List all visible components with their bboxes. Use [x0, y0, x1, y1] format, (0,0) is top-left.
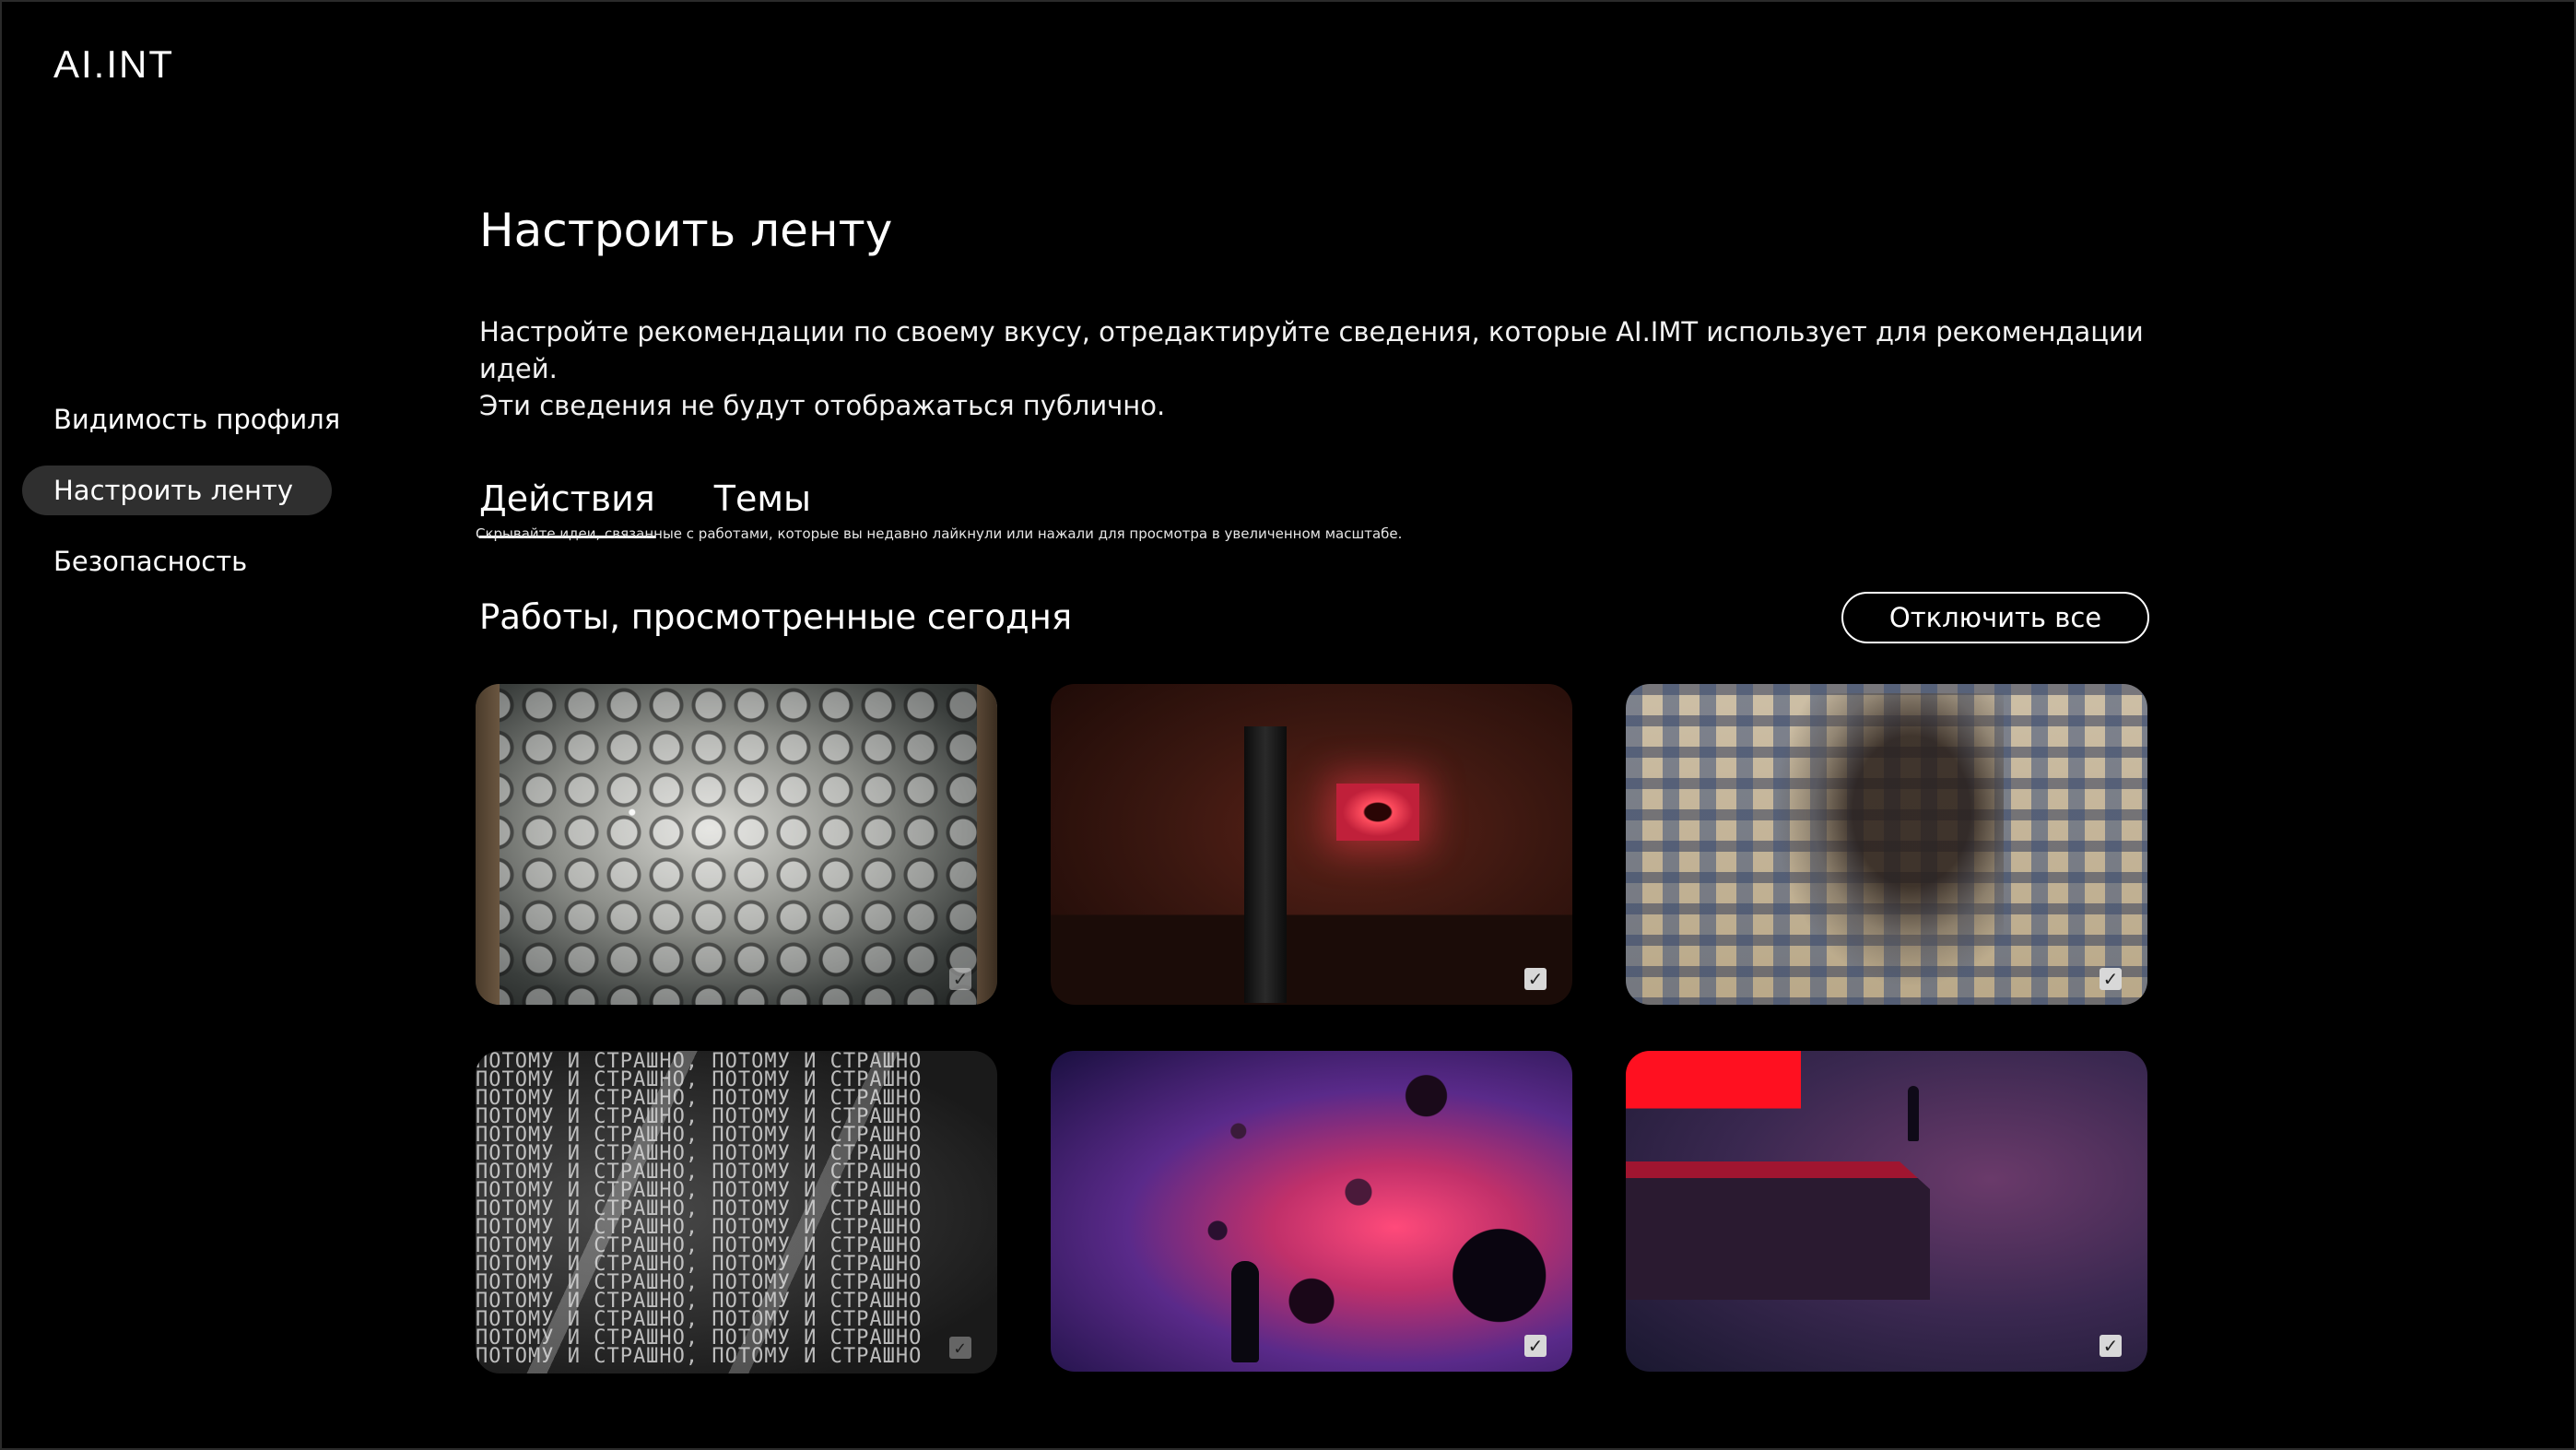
eye-screen: [1336, 784, 1419, 841]
work-card-astronaut-spheres[interactable]: ✓: [1051, 1051, 1572, 1372]
work-card-text-pattern[interactable]: ПОТОМУ И СТРАШНО, ПОТОМУ И СТРАШНО ПОТОМ…: [476, 1051, 997, 1373]
sidebar-item-security[interactable]: Безопасность: [22, 536, 332, 586]
check-icon[interactable]: ✓: [1524, 968, 1547, 990]
sidebar: Видимость профиля Настроить ленту Безопа…: [22, 395, 340, 607]
description-line-2: Эти сведения не будут отображаться публи…: [479, 390, 1166, 421]
work-card-projector-room[interactable]: ✓: [1051, 684, 1572, 1005]
work-card-building-collage[interactable]: ✓: [1626, 684, 2147, 1005]
description-line-1: Настройте рекомендации по своему вкусу, …: [479, 316, 2144, 384]
check-icon[interactable]: ✓: [949, 968, 971, 990]
page-title: Настроить ленту: [479, 204, 893, 257]
check-icon[interactable]: ✓: [2100, 968, 2122, 990]
pattern-line: ПОТОМУ И СТРАШНО, ПОТОМУ И СТРАШНО: [476, 1345, 923, 1368]
works-grid: ✓ ✓ ✓ ПОТОМУ И СТРАШНО, ПОТОМУ И СТРАШНО…: [476, 684, 2149, 1373]
tabs: Действия Темы: [479, 472, 2147, 538]
hint-text: Скрывайте идеи, связанные с работами, ко…: [476, 525, 1403, 542]
section-header: Работы, просмотренные сегодня Отключить …: [479, 590, 2149, 645]
collage-figure: [1773, 693, 2004, 988]
tab-topics[interactable]: Темы: [714, 472, 811, 533]
check-icon[interactable]: ✓: [2100, 1335, 2122, 1357]
astronaut-figure: [1231, 1261, 1259, 1362]
check-icon[interactable]: ✓: [1524, 1335, 1547, 1357]
work-card-bubble-wrap-portrait[interactable]: ✓: [476, 684, 997, 1005]
work-card-red-ledge[interactable]: ✓: [1626, 1051, 2147, 1372]
projector-stand: [1244, 726, 1287, 1003]
logo[interactable]: AI.INT: [53, 42, 174, 87]
sidebar-item-customize-feed[interactable]: Настроить ленту: [22, 466, 332, 515]
sidebar-item-profile-visibility[interactable]: Видимость профиля: [22, 395, 340, 444]
page-description: Настройте рекомендации по своему вкусу, …: [479, 313, 2147, 424]
ledge-shape: [1626, 1161, 1930, 1300]
standing-figure: [1908, 1086, 1919, 1141]
check-icon[interactable]: ✓: [949, 1337, 971, 1359]
disable-all-button[interactable]: Отключить все: [1841, 592, 2149, 643]
main-content: Настроить ленту Настройте рекомендации п…: [476, 194, 2149, 1373]
tab-actions[interactable]: Действия: [479, 472, 655, 538]
section-title: Работы, просмотренные сегодня: [479, 597, 1073, 637]
